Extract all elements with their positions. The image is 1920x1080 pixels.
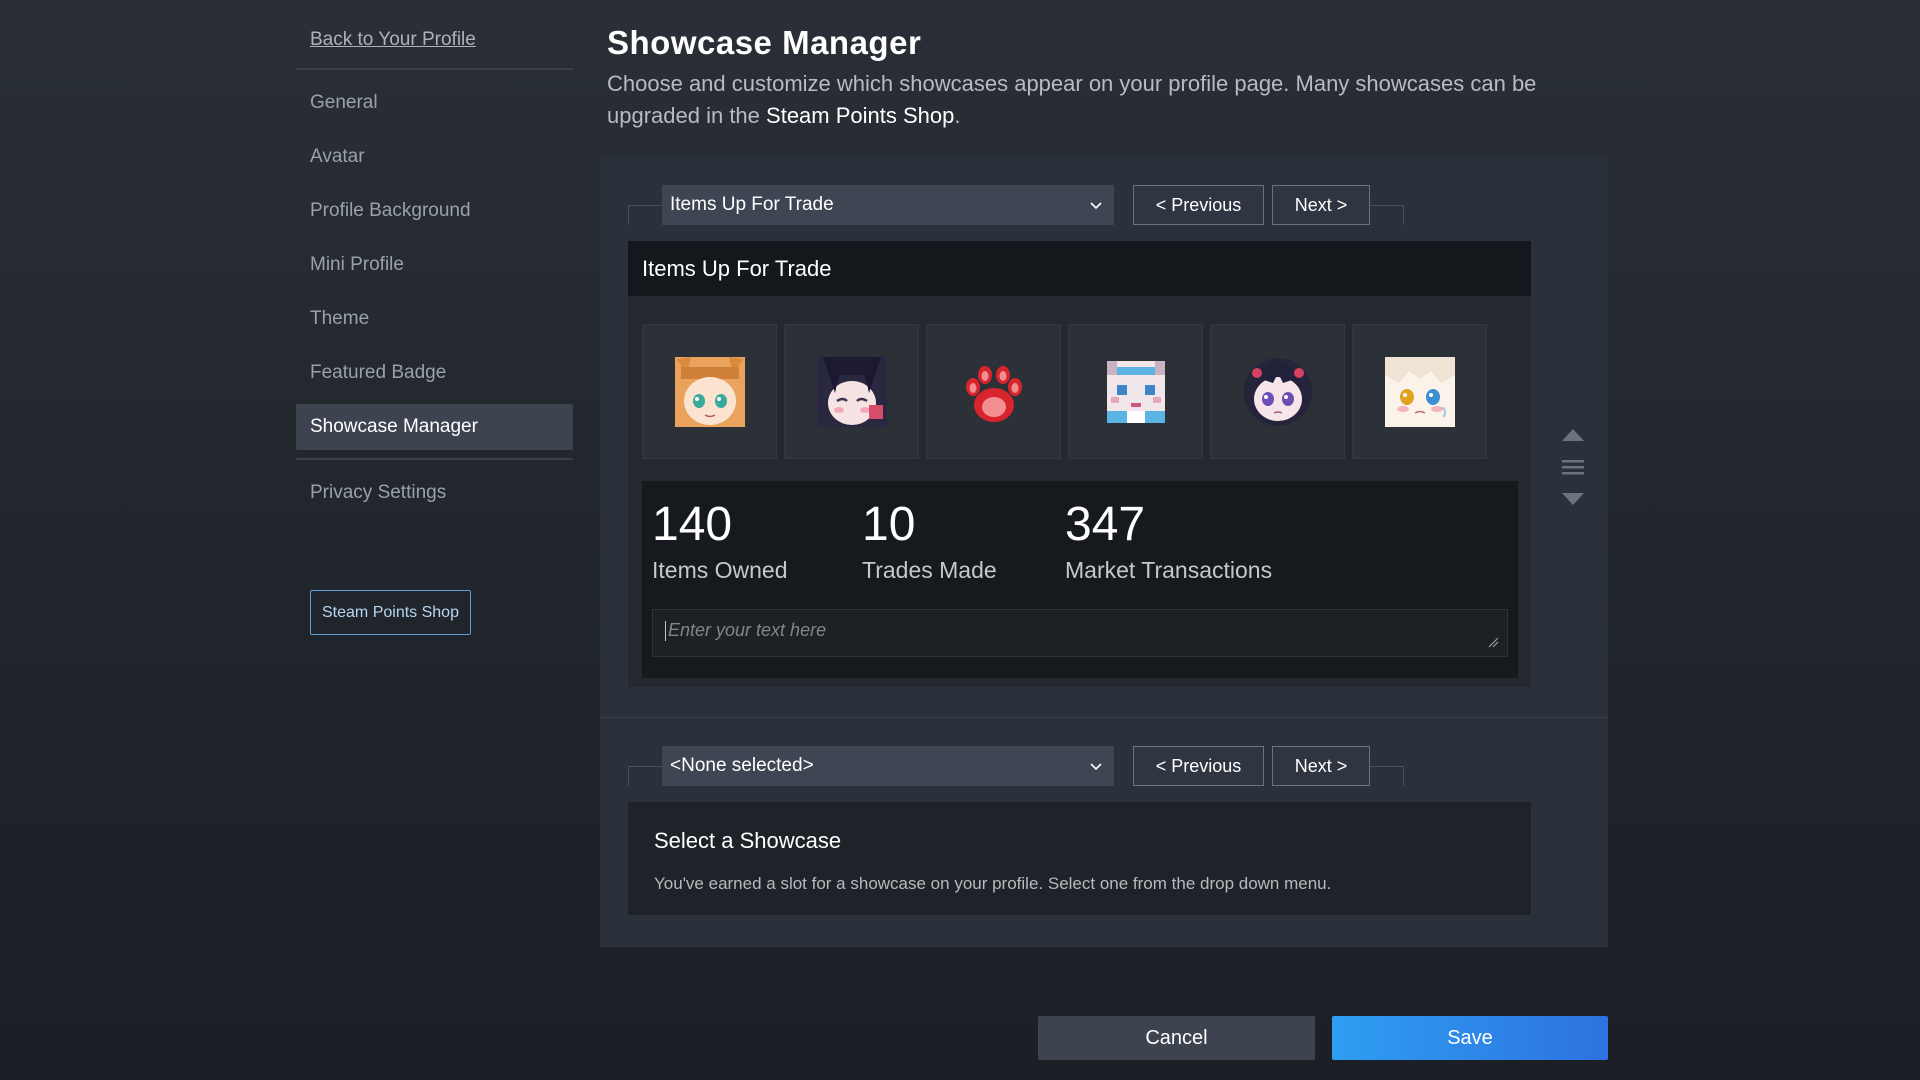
showcase-panel: Items Up For Trade < Previous Next > Ite… xyxy=(600,157,1608,947)
item-slot[interactable] xyxy=(1068,324,1203,459)
sidebar-item-theme[interactable]: Theme xyxy=(296,296,573,342)
sidebar-item-featured-badge[interactable]: Featured Badge xyxy=(296,350,573,396)
anime-girl-purple-eyes-emoticon-icon xyxy=(1243,357,1312,426)
stat-value: 347 xyxy=(1065,498,1146,551)
back-to-profile-link[interactable]: Back to Your Profile xyxy=(310,20,573,60)
anime-girl-orange-emoticon-icon xyxy=(674,356,745,427)
steam-points-shop-link[interactable]: Steam Points Shop xyxy=(766,103,954,128)
resize-handle-icon[interactable] xyxy=(1487,636,1499,648)
chevron-down-icon xyxy=(1090,763,1102,771)
empty-showcase-title: Select a Showcase xyxy=(654,828,842,853)
anime-girl-blonde-emoticon-icon xyxy=(1384,356,1455,427)
showcase-type-value: <None selected> xyxy=(670,755,814,776)
description-suffix: . xyxy=(954,103,961,128)
steam-points-shop-button[interactable]: Steam Points Shop xyxy=(310,590,471,635)
empty-showcase: Select a Showcase You've earned a slot f… xyxy=(628,802,1531,915)
next-button[interactable]: Next > xyxy=(1272,746,1370,786)
stat-value: 140 xyxy=(652,498,733,551)
text-placeholder: Enter your text here xyxy=(668,620,827,640)
page-title: Showcase Manager xyxy=(607,24,922,61)
showcase-type-select[interactable]: <None selected> xyxy=(662,746,1114,786)
pixel-girl-emoticon-icon xyxy=(1106,360,1165,423)
showcase-type-value: Items Up For Trade xyxy=(670,194,834,215)
page-header: Showcase Manager Choose and customize wh… xyxy=(607,24,1607,132)
items-up-for-trade-showcase: Items Up For Trade 140 Items Owned 10 Tr… xyxy=(628,241,1531,687)
previous-button[interactable]: < Previous xyxy=(1133,746,1264,786)
empty-showcase-description: You've earned a slot for a showcase on y… xyxy=(654,874,1332,893)
anime-girl-dark-hair-emoticon-icon xyxy=(816,356,887,427)
sidebar-item-general[interactable]: General xyxy=(296,80,573,126)
reorder-controls xyxy=(1560,427,1586,522)
item-slot[interactable] xyxy=(642,324,777,459)
showcase-body: 140 Items Owned 10 Trades Made 347 Marke… xyxy=(628,296,1531,687)
sidebar-item-privacy-settings[interactable]: Privacy Settings xyxy=(296,470,573,516)
sidebar: Back to Your Profile General Avatar Prof… xyxy=(296,20,573,635)
bracket-decoration xyxy=(1370,766,1404,786)
showcase-slot-2: <None selected> < Previous Next > Select… xyxy=(600,717,1608,946)
bracket-decoration xyxy=(1370,205,1404,225)
red-paw-emoticon-icon xyxy=(965,365,1022,422)
sidebar-divider xyxy=(296,68,573,70)
sidebar-item-profile-background[interactable]: Profile Background xyxy=(296,188,573,234)
bracket-decoration xyxy=(628,205,662,225)
showcase-text-input[interactable]: Enter your text here xyxy=(652,609,1508,657)
stat-label: Items Owned xyxy=(652,557,788,583)
trade-stats: 140 Items Owned 10 Trades Made 347 Marke… xyxy=(642,481,1518,678)
stat-items-owned: 140 Items Owned xyxy=(652,497,788,584)
showcase-type-select[interactable]: Items Up For Trade xyxy=(662,185,1114,225)
showcase-controls: <None selected> < Previous Next > xyxy=(628,746,1404,786)
item-slot[interactable] xyxy=(1210,324,1345,459)
showcase-controls: Items Up For Trade < Previous Next > xyxy=(628,185,1404,225)
cancel-button[interactable]: Cancel xyxy=(1038,1016,1315,1060)
sidebar-item-mini-profile[interactable]: Mini Profile xyxy=(296,242,573,288)
item-grid xyxy=(642,324,1517,459)
showcase-title: Items Up For Trade xyxy=(628,241,1531,296)
bracket-decoration xyxy=(628,766,662,786)
stat-trades-made: 10 Trades Made xyxy=(862,497,997,584)
save-button[interactable]: Save xyxy=(1332,1016,1608,1060)
sidebar-item-avatar[interactable]: Avatar xyxy=(296,134,573,180)
showcase-slot-1: Items Up For Trade < Previous Next > Ite… xyxy=(600,157,1608,717)
stat-label: Market Transactions xyxy=(1065,557,1273,583)
next-button[interactable]: Next > xyxy=(1272,185,1370,225)
sidebar-divider xyxy=(296,458,573,460)
description-text: Choose and customize which showcases app… xyxy=(607,71,1537,128)
page-description: Choose and customize which showcases app… xyxy=(607,68,1607,132)
stat-value: 10 xyxy=(862,498,916,551)
move-up-icon[interactable] xyxy=(1560,427,1586,448)
previous-button[interactable]: < Previous xyxy=(1133,185,1264,225)
sidebar-item-showcase-manager[interactable]: Showcase Manager xyxy=(296,404,573,450)
chevron-down-icon xyxy=(1090,202,1102,210)
item-slot[interactable] xyxy=(784,324,919,459)
stat-label: Trades Made xyxy=(862,557,997,583)
stat-market-transactions: 347 Market Transactions xyxy=(1065,497,1272,584)
item-slot[interactable] xyxy=(1352,324,1487,459)
move-down-icon[interactable] xyxy=(1560,491,1586,512)
text-cursor xyxy=(665,621,666,642)
item-slot[interactable] xyxy=(926,324,1061,459)
drag-handle-icon[interactable] xyxy=(1560,458,1586,481)
